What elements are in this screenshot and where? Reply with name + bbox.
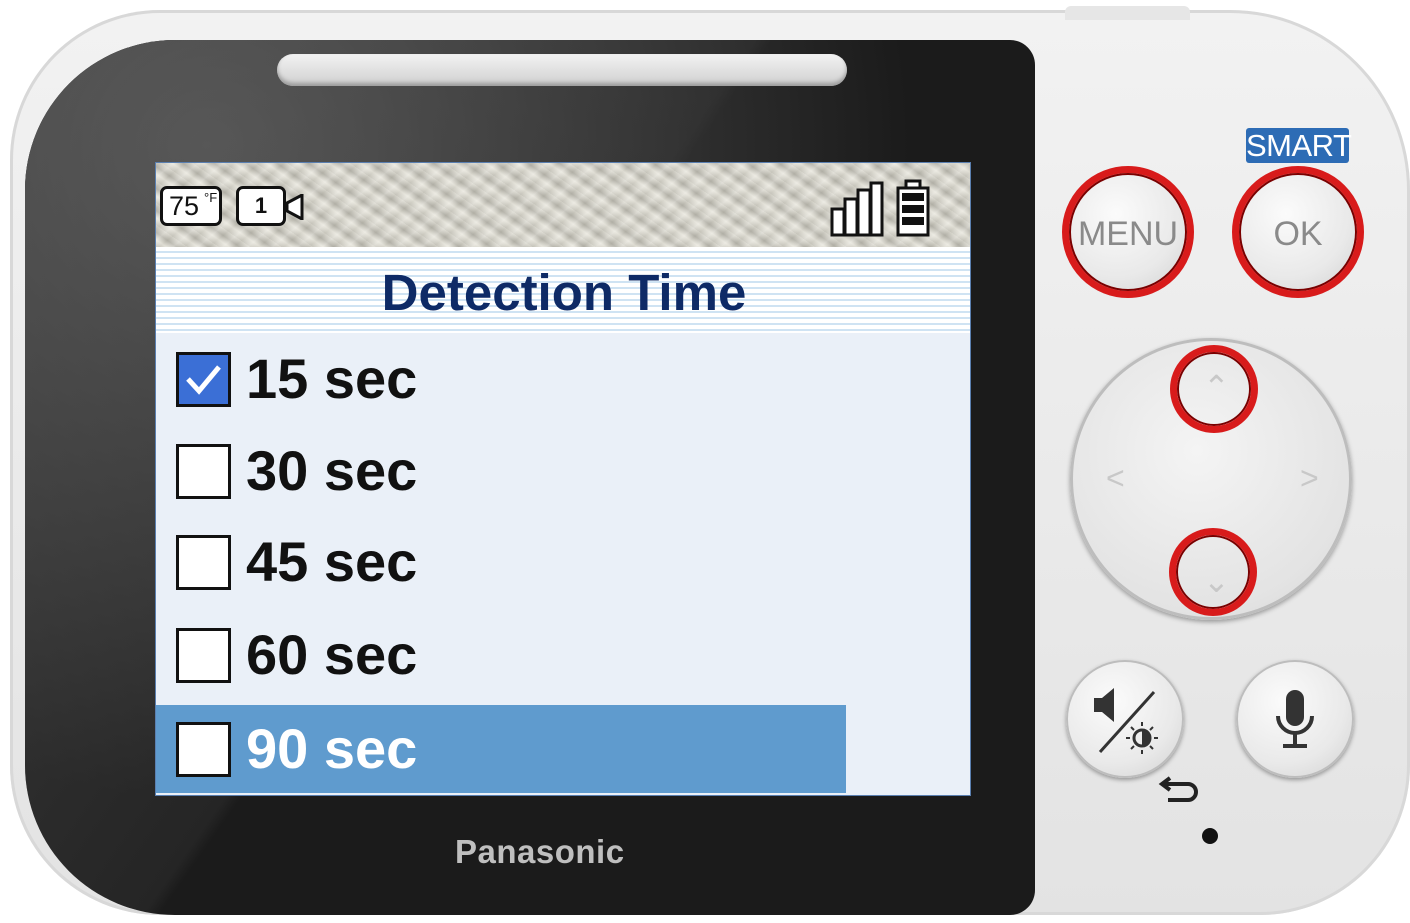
option-checkbox-checked[interactable] (176, 352, 231, 407)
option-checkbox[interactable] (176, 722, 231, 777)
option-15-sec[interactable]: 15 sec (156, 335, 846, 423)
temperature-unit: °F (204, 190, 218, 205)
option-60-sec[interactable]: 60 sec (156, 611, 846, 699)
menu-button-highlight (1062, 166, 1194, 298)
microphone-icon (1276, 690, 1314, 748)
speaker-slot (277, 54, 847, 86)
left-button[interactable] (1070, 460, 1150, 500)
option-label: 60 sec (246, 623, 418, 686)
checkmark-icon (186, 365, 221, 395)
camera-icon (286, 194, 304, 220)
option-30-sec[interactable]: 30 sec (156, 427, 846, 515)
brand-logo: Panasonic (455, 833, 625, 870)
up-button[interactable] (1170, 345, 1258, 433)
camera-number: 1 (236, 186, 286, 226)
ok-button-highlight (1232, 166, 1364, 298)
down-button[interactable] (1169, 528, 1257, 616)
option-checkbox[interactable] (176, 535, 231, 590)
temperature-value: 75 (169, 191, 200, 221)
back-icon (1158, 776, 1198, 802)
volume-brightness-button[interactable] (1066, 660, 1184, 778)
battery-full-icon (896, 179, 930, 237)
option-checkbox[interactable] (176, 628, 231, 683)
lcd-screen: 75 °F 1 Detection Time 15 sec 30 sec 45 … (155, 162, 971, 796)
option-label: 90 sec (246, 717, 418, 780)
signal-bars-icon (830, 181, 884, 237)
option-45-sec[interactable]: 45 sec (156, 518, 846, 606)
microphone-hole (1202, 828, 1218, 844)
menu-title: Detection Time (381, 264, 747, 321)
option-label: 15 sec (246, 347, 418, 410)
temperature-indicator: 75 °F (160, 186, 222, 226)
option-label: 30 sec (246, 439, 418, 502)
option-checkbox[interactable] (176, 444, 231, 499)
talk-button[interactable] (1236, 660, 1354, 778)
option-label: 45 sec (246, 530, 418, 593)
device-top-tab (1065, 6, 1190, 20)
right-button[interactable] (1272, 460, 1352, 500)
camera-indicator: 1 (236, 186, 306, 228)
volume-brightness-icon (1094, 688, 1158, 754)
option-90-sec[interactable]: 90 sec (156, 705, 846, 793)
smart-badge: SMART (1246, 128, 1352, 163)
